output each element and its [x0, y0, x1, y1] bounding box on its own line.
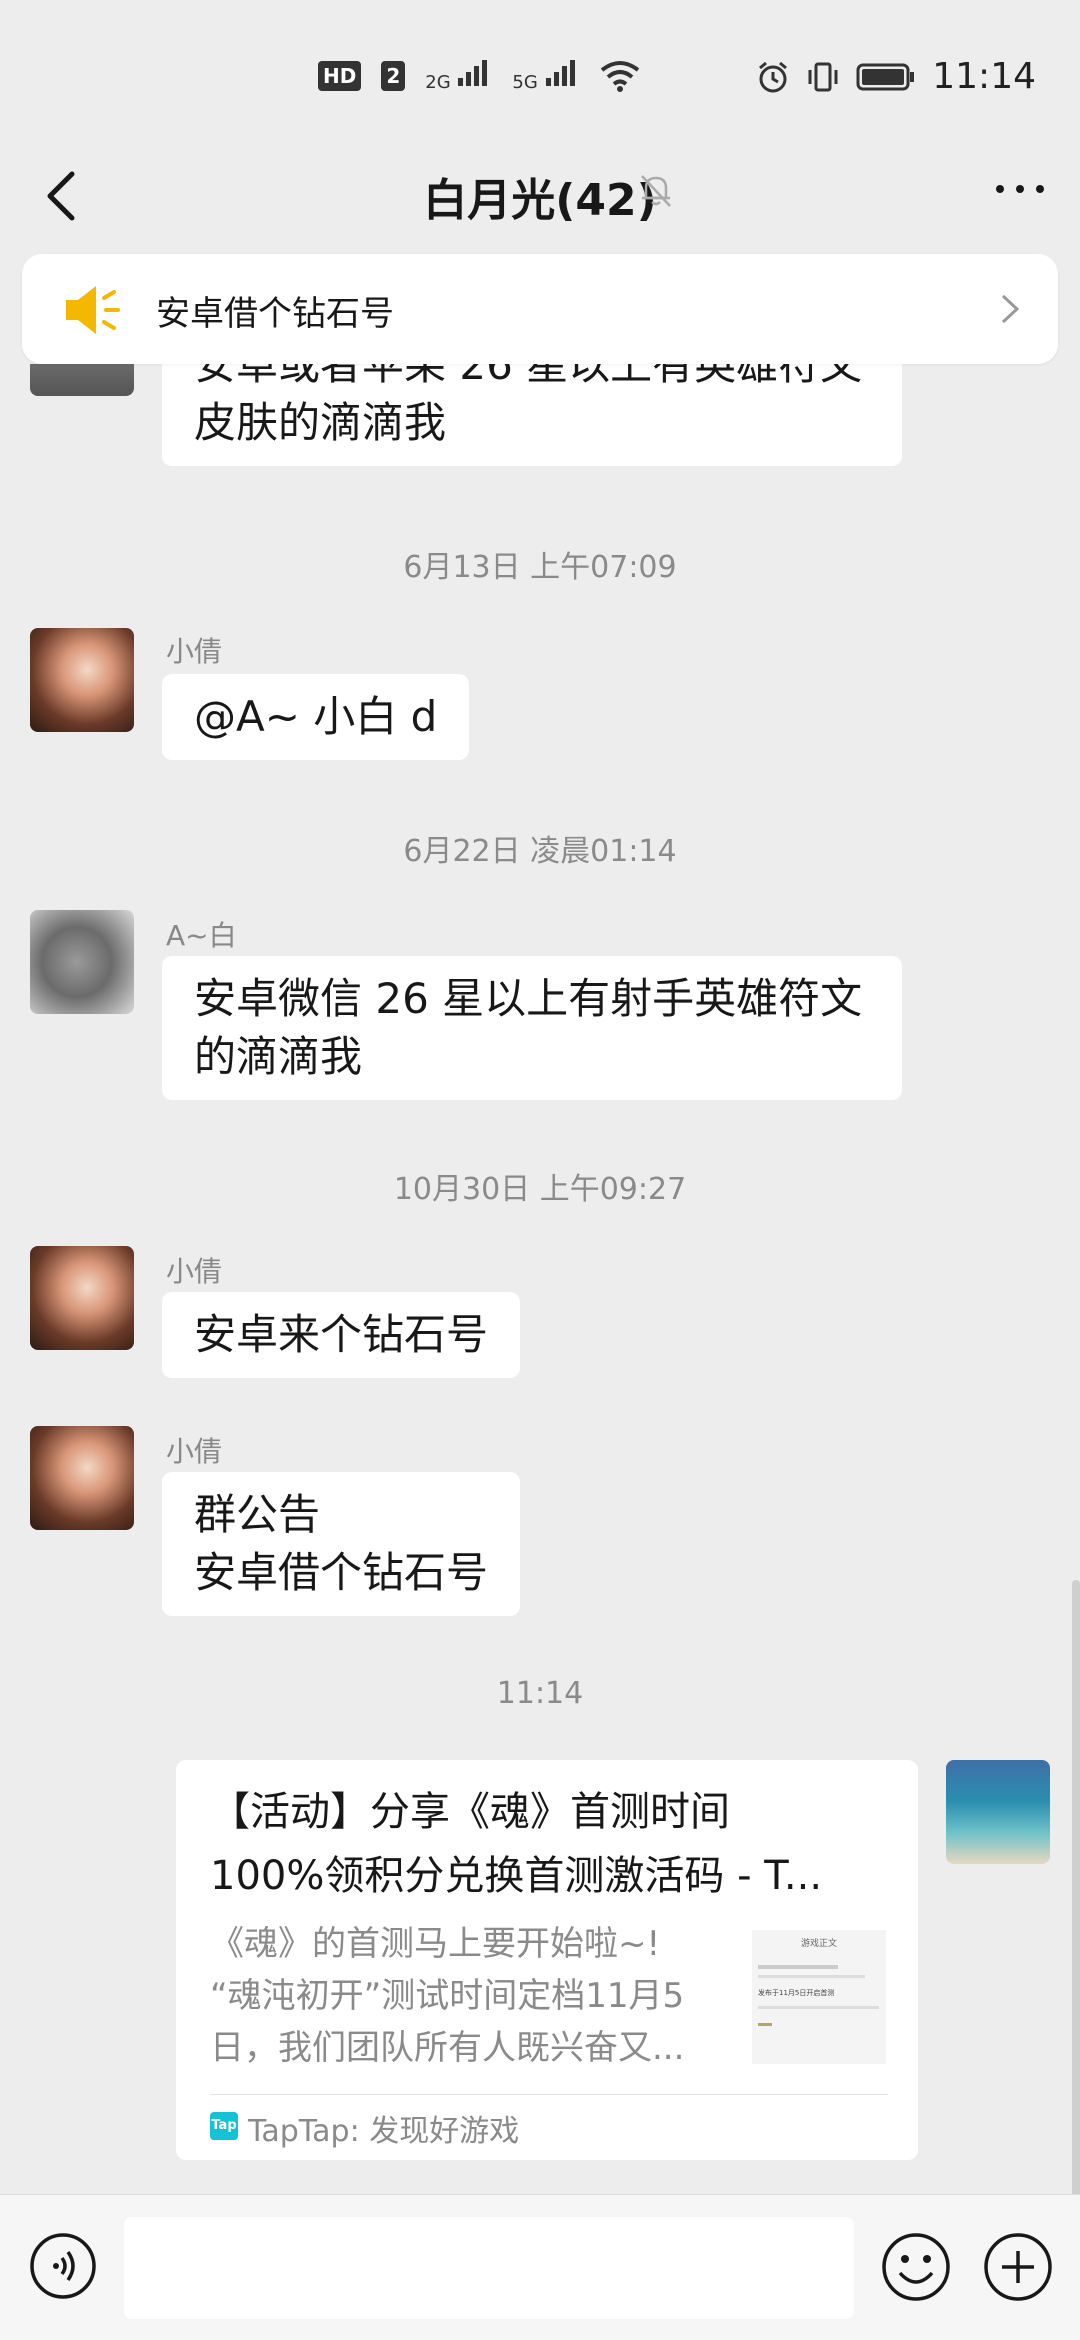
plus-icon[interactable]	[982, 2231, 1054, 2303]
input-bar	[0, 2194, 1080, 2340]
message-text: 皮肤的滴滴我	[194, 398, 447, 447]
avatar[interactable]	[30, 910, 134, 1014]
scrollbar[interactable]	[1072, 1580, 1080, 2200]
signal-icon-2: 5G	[512, 58, 579, 93]
network-indicators: HD 2 2G 5G	[318, 58, 640, 93]
avatar[interactable]	[30, 1246, 134, 1350]
wifi-icon	[600, 60, 639, 92]
message-text: 的滴滴我	[194, 1032, 363, 1081]
link-card-description: 《魂》的首测马上要开始啦~! “魂沌初开”测试时间定档11月5 日，我们团队所有…	[210, 1924, 685, 2068]
message-text: 安卓或者苹果 26 星以上有英雄符文	[194, 364, 863, 389]
clock: 11:14	[932, 56, 1036, 97]
message-input[interactable]	[124, 2217, 854, 2319]
sender-name: 小倩	[166, 635, 223, 668]
message-text: 安卓借个钻石号	[194, 1548, 489, 1597]
message-list[interactable]: 安卓或者苹果 26 星以上有英雄符文 皮肤的滴滴我 6月13日 上午07:09 …	[0, 364, 1080, 2194]
chevron-right-icon	[1001, 294, 1020, 324]
alarm-icon	[759, 61, 788, 92]
hd-badge: HD	[318, 60, 362, 91]
speaker-icon	[66, 286, 120, 334]
sender-name: A~白	[166, 919, 237, 952]
message-text: @A~ 小白 d	[194, 692, 438, 741]
my-avatar[interactable]	[946, 1760, 1050, 1864]
avatar[interactable]	[30, 364, 134, 396]
sender-name: 小倩	[166, 1255, 223, 1288]
status-bar: HD 2 2G 5G 11:14	[0, 0, 1080, 150]
link-card-source: TapTap: 发现好游戏	[248, 2114, 520, 2149]
divider	[210, 2094, 888, 2095]
signal-icon-1: 2G	[425, 58, 492, 93]
message-bubble[interactable]: @A~ 小白 d	[162, 674, 470, 760]
message-bubble[interactable]: 安卓微信 26 星以上有射手英雄符文 的滴滴我	[162, 956, 902, 1100]
voice-icon[interactable]	[28, 2231, 98, 2301]
message-bubble[interactable]: 安卓来个钻石号	[162, 1292, 521, 1378]
sim-badge: 2	[381, 60, 406, 91]
vibrate-icon	[808, 62, 838, 91]
chat-header: 白月光(42)	[0, 150, 1080, 250]
more-icon[interactable]	[990, 174, 1050, 204]
notice-text: 安卓借个钻石号	[156, 294, 394, 334]
emoji-icon[interactable]	[880, 2231, 952, 2303]
chat-title: 白月光(42)	[423, 175, 657, 226]
sender-name: 小倩	[166, 1435, 223, 1468]
timestamp: 10月30日 上午09:27	[393, 1172, 687, 1207]
avatar[interactable]	[30, 628, 134, 732]
avatar[interactable]	[30, 1426, 134, 1530]
status-right: 11:14	[756, 56, 1036, 97]
message-text: 安卓微信 26 星以上有射手英雄符文	[194, 974, 863, 1023]
timestamp: 11:14	[496, 1676, 584, 1711]
timestamp: 6月13日 上午07:09	[403, 550, 677, 585]
timestamp: 6月22日 凌晨01:14	[403, 834, 677, 869]
pinned-notice[interactable]: 安卓借个钻石号	[22, 254, 1058, 364]
battery-icon	[856, 63, 915, 90]
link-card-title: 【活动】分享《魂》首测时间 100%领积分兑换首测激活码 - T...	[210, 1789, 823, 1899]
taptap-icon: Tap	[210, 2112, 238, 2140]
mute-bell-icon	[641, 175, 671, 207]
link-card-thumbnail: 游戏正文 发布于11月5日开启首测	[752, 1930, 886, 2064]
message-text: 群公告	[194, 1490, 321, 1539]
message-text: 安卓来个钻石号	[194, 1310, 489, 1359]
link-card[interactable]: 【活动】分享《魂》首测时间 100%领积分兑换首测激活码 - T... 《魂》的…	[176, 1760, 918, 2160]
message-bubble[interactable]: 安卓或者苹果 26 星以上有英雄符文 皮肤的滴滴我	[162, 364, 902, 466]
message-bubble[interactable]: 群公告 安卓借个钻石号	[162, 1472, 521, 1616]
